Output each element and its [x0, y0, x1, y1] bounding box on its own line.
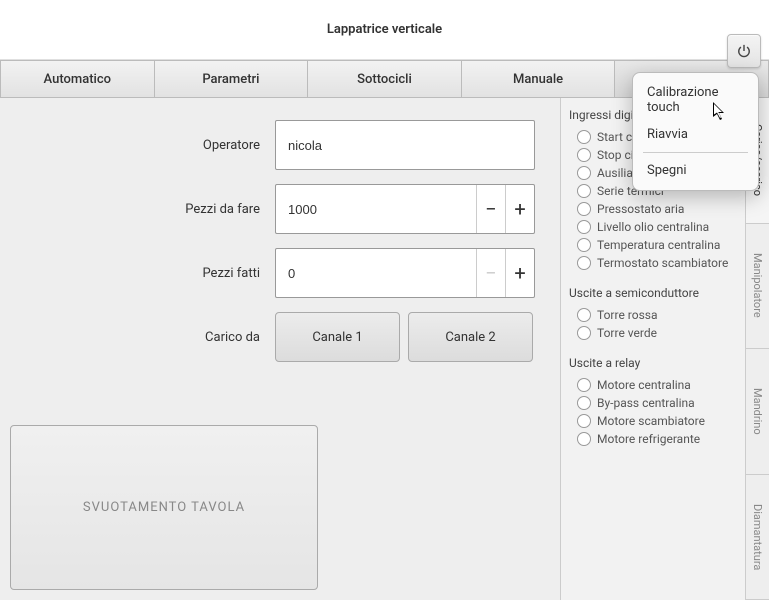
stepper-pezzi-da-fare: − +	[275, 184, 535, 234]
section-uscite-semiconduttore: Uscite a semiconduttore Torre rossa Torr…	[569, 286, 737, 342]
io-item[interactable]: Motore refrigerante	[569, 430, 737, 448]
io-item[interactable]: Motore scambiatore	[569, 412, 737, 430]
titlebar: Lappatrice verticale	[0, 0, 769, 60]
main-panel: Operatore Pezzi da fare − + Pezzi fatti …	[0, 98, 560, 600]
vtab-diamantatura[interactable]: Diamantatura	[746, 475, 769, 600]
input-pezzi-fatti[interactable]	[276, 249, 476, 297]
tab-sottocicli[interactable]: Sottocicli	[308, 60, 462, 97]
title-uscite-semiconduttore: Uscite a semiconduttore	[569, 286, 737, 300]
label-pezzi-fatti: Pezzi fatti	[10, 266, 275, 281]
section-uscite-relay: Uscite a relay Motore centralina By-pass…	[569, 356, 737, 448]
button-canale-2[interactable]: Canale 2	[408, 312, 533, 362]
tab-parametri[interactable]: Parametri	[155, 60, 309, 97]
label-operatore: Operatore	[10, 138, 275, 153]
stepper-minus-pezzi-fatti[interactable]: −	[476, 249, 505, 297]
row-pezzi-fatti: Pezzi fatti − +	[10, 246, 550, 300]
label-pezzi-da-fare: Pezzi da fare	[10, 202, 275, 217]
tab-automatico[interactable]: Automatico	[0, 60, 155, 97]
row-pezzi-da-fare: Pezzi da fare − +	[10, 182, 550, 236]
io-label: Termostato scambiatore	[597, 256, 728, 270]
io-item[interactable]: Torre verde	[569, 324, 737, 342]
power-menu: Calibrazione touch Riavvia Spegni	[632, 72, 759, 191]
radio-icon	[577, 202, 591, 216]
radio-icon	[577, 220, 591, 234]
input-operatore[interactable]	[275, 120, 535, 170]
io-label: Pressostato aria	[597, 202, 684, 216]
radio-icon	[577, 148, 591, 162]
io-label: Temperatura centralina	[597, 238, 720, 252]
stepper-pezzi-fatti: − +	[275, 248, 535, 298]
radio-icon	[577, 184, 591, 198]
menu-riavvia[interactable]: Riavvia	[633, 121, 758, 148]
io-item[interactable]: Livello olio centralina	[569, 218, 737, 236]
power-icon	[737, 44, 751, 58]
title-uscite-relay: Uscite a relay	[569, 356, 737, 370]
radio-icon	[577, 414, 591, 428]
io-label: By-pass centralina	[597, 396, 695, 410]
io-item[interactable]: Termostato scambiatore	[569, 254, 737, 272]
io-label: Torre verde	[597, 326, 657, 340]
stepper-minus-pezzi-da-fare[interactable]: −	[476, 185, 505, 233]
radio-icon	[577, 326, 591, 340]
io-label: Livello olio centralina	[597, 220, 709, 234]
menu-spegni[interactable]: Spegni	[633, 157, 758, 184]
stepper-plus-pezzi-da-fare[interactable]: +	[505, 185, 534, 233]
radio-icon	[577, 432, 591, 446]
button-svuotamento-tavola[interactable]: SVUOTAMENTO TAVOLA	[10, 425, 318, 590]
power-button[interactable]	[727, 34, 761, 68]
radio-icon	[577, 130, 591, 144]
radio-icon	[577, 256, 591, 270]
io-label: Motore centralina	[597, 378, 691, 392]
menu-calibrazione-touch[interactable]: Calibrazione touch	[633, 79, 758, 121]
io-item[interactable]: Torre rossa	[569, 306, 737, 324]
menu-separator	[643, 152, 748, 153]
radio-icon	[577, 166, 591, 180]
radio-icon	[577, 378, 591, 392]
io-item[interactable]: Temperatura centralina	[569, 236, 737, 254]
stepper-plus-pezzi-fatti[interactable]: +	[505, 249, 534, 297]
radio-icon	[577, 396, 591, 410]
io-item[interactable]: Motore centralina	[569, 376, 737, 394]
io-label: Motore refrigerante	[597, 432, 700, 446]
radio-icon	[577, 308, 591, 322]
io-item[interactable]: Pressostato aria	[569, 200, 737, 218]
window-title: Lappatrice verticale	[327, 22, 442, 37]
row-carico-da: Carico da Canale 1 Canale 2	[10, 310, 550, 364]
channel-buttons: Canale 1 Canale 2	[275, 312, 533, 362]
radio-icon	[577, 238, 591, 252]
row-operatore: Operatore	[10, 118, 550, 172]
button-canale-1[interactable]: Canale 1	[275, 312, 400, 362]
label-carico-da: Carico da	[10, 330, 275, 345]
tab-manuale[interactable]: Manuale	[462, 60, 616, 97]
io-label: Motore scambiatore	[597, 414, 705, 428]
io-item[interactable]: By-pass centralina	[569, 394, 737, 412]
vtab-mandrino[interactable]: Mandrino	[746, 349, 769, 475]
input-pezzi-da-fare[interactable]	[276, 185, 476, 233]
io-label: Torre rossa	[597, 308, 658, 322]
vtab-manipolatore[interactable]: Manipolatore	[746, 224, 769, 350]
